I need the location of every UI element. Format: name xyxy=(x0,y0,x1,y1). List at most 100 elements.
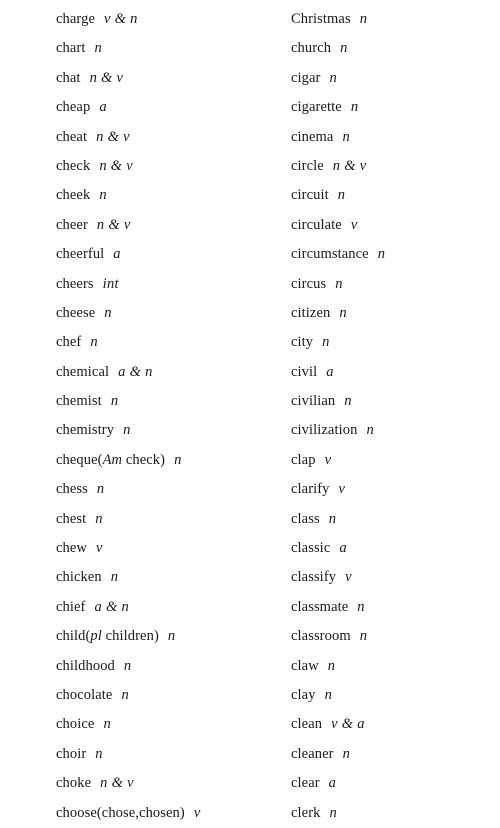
word-headword: church xyxy=(291,40,332,57)
part-of-speech-tag: v xyxy=(350,216,358,233)
part-of-speech-tag: n xyxy=(339,304,347,321)
part-of-speech-tag: n & v xyxy=(332,157,367,174)
part-of-speech-tag: n xyxy=(329,804,338,821)
word-entry: chicken n xyxy=(56,563,291,592)
word-entry: clean v & a xyxy=(291,710,500,739)
part-of-speech-tag: n xyxy=(342,128,351,145)
word-entry: chess n xyxy=(56,475,291,504)
word-entry: chocolate n xyxy=(56,681,291,710)
word-headword: choice xyxy=(56,716,95,733)
word-entry: class n xyxy=(291,505,500,534)
part-of-speech-tag: n xyxy=(123,657,132,674)
word-entry: cheers int xyxy=(56,270,291,299)
headword-tail: children) xyxy=(101,628,159,645)
word-entry: child(pl children) n xyxy=(56,622,291,651)
word-entry: choose(chose,chosen) v xyxy=(56,799,291,828)
word-headword: classmate xyxy=(291,598,349,615)
word-entry: chew v xyxy=(56,534,291,563)
word-entry: cheer n & v xyxy=(56,211,291,240)
part-of-speech-tag: n xyxy=(328,510,337,527)
word-headword: chew xyxy=(56,540,87,557)
word-headword: cheese xyxy=(56,304,96,321)
word-entry: cinema n xyxy=(291,123,500,152)
part-of-speech-tag: n xyxy=(95,510,103,527)
part-of-speech-tag: n xyxy=(174,451,182,468)
part-of-speech-tag: a xyxy=(113,246,121,263)
word-entry: clay n xyxy=(291,681,500,710)
word-entry: city n xyxy=(291,328,500,357)
word-headword: cigar xyxy=(291,69,321,86)
word-headword: cheque(Am check) xyxy=(56,452,165,468)
word-headword: chemistry xyxy=(56,422,115,439)
word-headword: chemical xyxy=(56,363,110,380)
word-headword: childhood xyxy=(56,657,115,674)
word-entry: circuit n xyxy=(291,181,500,210)
word-headword: clay xyxy=(291,686,316,703)
word-headword: cheat xyxy=(56,128,88,145)
word-entry: cheque(Am check) n xyxy=(56,446,291,475)
part-of-speech-tag: n xyxy=(329,69,338,86)
part-of-speech-tag: n xyxy=(121,686,130,703)
part-of-speech-tag: n xyxy=(377,246,386,263)
part-of-speech-tag: a xyxy=(339,540,347,557)
word-entry: chart n xyxy=(56,34,291,63)
word-entry: choice n xyxy=(56,710,291,739)
word-entry: classmate n xyxy=(291,593,500,622)
word-entry: circle n & v xyxy=(291,152,500,181)
part-of-speech-tag: n xyxy=(337,187,346,204)
word-headword: clear xyxy=(291,775,320,792)
part-of-speech-tag: n xyxy=(90,334,98,351)
headword-tail: check) xyxy=(122,451,166,468)
word-list-page: charge v & n chart n chat n & v cheap a cheat n &… xyxy=(0,0,500,827)
part-of-speech-tag: n xyxy=(104,304,112,321)
word-entry: cheek n xyxy=(56,181,291,210)
part-of-speech-tag: n & v xyxy=(89,69,124,86)
part-of-speech-tag: v xyxy=(96,540,103,557)
word-entry: clear a xyxy=(291,769,500,798)
part-of-speech-tag: n xyxy=(94,40,103,57)
word-headword: choke xyxy=(56,775,92,792)
word-headword: chart xyxy=(56,40,86,57)
word-entry: chat n & v xyxy=(56,64,291,93)
word-headword: circumstance xyxy=(291,246,369,263)
word-list-column-right: Christmas n church n cigar n cigarette n cinema n… xyxy=(291,0,500,827)
part-of-speech-tag: v xyxy=(345,569,352,586)
word-entry: Christmas n xyxy=(291,5,500,34)
word-entry: chief a & n xyxy=(56,593,291,622)
part-of-speech-tag: n xyxy=(324,686,333,703)
part-of-speech-tag: n xyxy=(123,422,131,439)
part-of-speech-tag: n xyxy=(335,275,343,292)
part-of-speech-tag: n xyxy=(357,598,365,615)
word-headword: cheerful xyxy=(56,246,105,263)
part-of-speech-tag: a xyxy=(99,99,107,116)
word-headword: choose(chose,chosen) xyxy=(56,804,185,821)
word-entry: cheese n xyxy=(56,299,291,328)
part-of-speech-tag: v xyxy=(324,451,332,468)
part-of-speech-tag: n xyxy=(103,716,111,733)
word-entry: cheap a xyxy=(56,93,291,122)
word-headword: claw xyxy=(291,657,319,674)
word-entry: chemical a & n xyxy=(56,358,291,387)
word-headword: cheer xyxy=(56,216,88,233)
word-headword: circle xyxy=(291,157,324,174)
part-of-speech-tag: n xyxy=(110,393,119,410)
word-headword: child(pl children) xyxy=(56,628,159,644)
headword-italic-note: Am xyxy=(102,451,123,468)
part-of-speech-tag: a & n xyxy=(118,363,153,380)
word-headword: cheap xyxy=(56,99,91,116)
word-headword: check xyxy=(56,157,91,174)
part-of-speech-tag: n xyxy=(327,657,336,674)
word-entry: cigar n xyxy=(291,64,500,93)
part-of-speech-tag: v xyxy=(338,481,346,498)
part-of-speech-tag: n xyxy=(110,569,119,586)
word-headword: chocolate xyxy=(56,686,113,703)
word-entry: choke n & v xyxy=(56,769,291,798)
part-of-speech-tag: n xyxy=(99,187,107,204)
word-entry: church n xyxy=(291,34,500,63)
part-of-speech-tag: n xyxy=(167,628,176,645)
part-of-speech-tag: v xyxy=(193,804,201,821)
word-headword: classify xyxy=(291,569,337,586)
part-of-speech-tag: n xyxy=(96,481,105,498)
headword-text: child( xyxy=(56,628,91,645)
word-headword: clap xyxy=(291,451,316,468)
